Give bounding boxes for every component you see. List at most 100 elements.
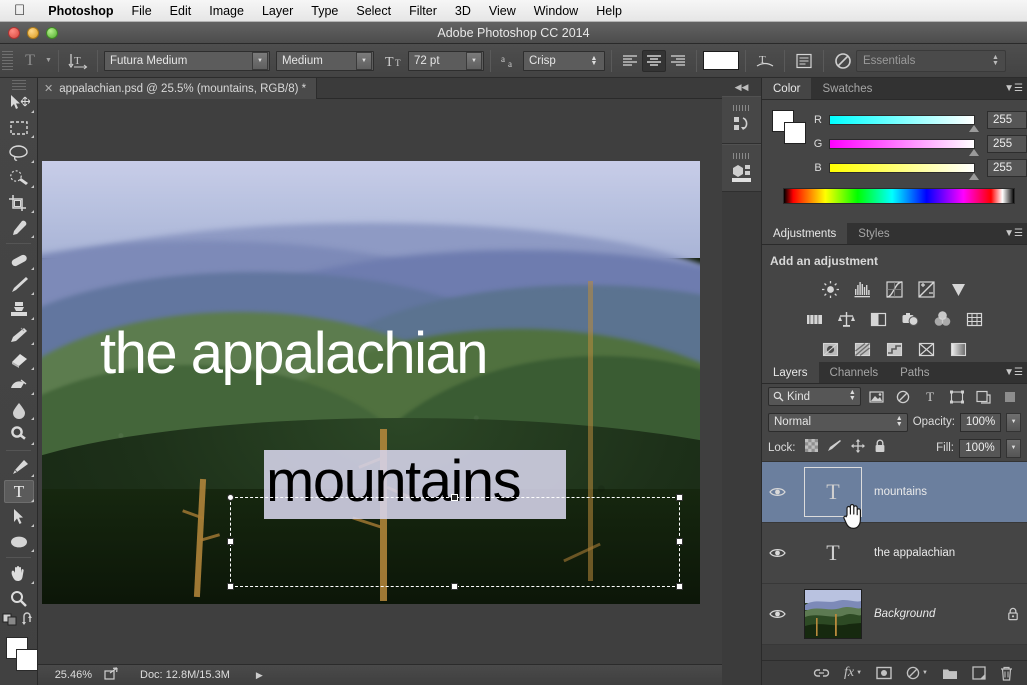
menu-item-filter[interactable]: Filter [400,4,446,18]
add-layer-mask-icon[interactable] [876,666,892,680]
invert-icon[interactable] [819,338,843,360]
chevron-down-icon[interactable]: ▼ [466,52,482,70]
menu-item-layer[interactable]: Layer [253,4,302,18]
artboard[interactable]: the appalachian mountains [42,161,700,604]
stepper-icon[interactable]: ▲▼ [992,55,999,67]
filter-adjustment-layers-icon[interactable] [893,387,915,407]
slider-b[interactable] [829,163,975,173]
opacity-dropdown-icon[interactable]: ▼ [1006,413,1021,432]
threshold-icon[interactable] [883,338,907,360]
menu-item-select[interactable]: Select [347,4,400,18]
font-family-select[interactable]: Futura Medium ▼ [104,51,270,71]
black-white-icon[interactable] [867,308,891,330]
default-colors-icon[interactable] [2,612,18,631]
clone-stamp-tool[interactable] [0,297,38,322]
expand-arrow-icon[interactable]: ▶ [256,670,263,681]
fill-dropdown-icon[interactable]: ▼ [1006,439,1021,458]
collapse-panels-icon[interactable]: ◀◀ [722,78,761,96]
tab-styles[interactable]: Styles [847,223,900,244]
layer-filter-kind-select[interactable]: Kind ▲▼ [768,387,861,406]
pen-tool[interactable] [0,454,38,479]
document-tab[interactable]: ✕ appalachian.psd @ 25.5% (mountains, RG… [38,78,317,99]
minimize-window-button[interactable] [27,27,39,39]
libraries-panel-icon[interactable] [722,144,761,192]
layer-filter-toggle[interactable] [999,387,1021,407]
filter-type-layers-icon[interactable]: T [919,387,941,407]
crop-tool[interactable] [0,190,38,215]
gradient-tool[interactable] [0,372,38,397]
background-color-swatch[interactable] [784,122,806,144]
layer-visibility-toggle[interactable] [762,608,792,620]
layer-visibility-toggle[interactable] [762,486,792,498]
tab-channels[interactable]: Channels [819,362,890,383]
filter-smart-object-layers-icon[interactable] [973,387,995,407]
warp-text-icon[interactable]: T [752,49,778,73]
background-color-swatch[interactable] [16,649,38,671]
close-icon[interactable]: ✕ [44,82,53,95]
toggle-text-orientation-icon[interactable]: T [65,49,91,73]
table-row[interactable]: T the appalachian [762,523,1027,584]
tab-layers[interactable]: Layers [762,362,819,383]
filter-pixel-layers-icon[interactable] [866,387,888,407]
menu-item-window[interactable]: Window [525,4,587,18]
text-layer-the-appalachian[interactable]: the appalachian [100,325,487,383]
panel-menu-icon[interactable]: ▼☰ [1004,367,1023,378]
text-layer-mountains[interactable]: mountains [266,453,520,511]
image-layer-thumbnail[interactable] [804,589,862,639]
menu-item-3d[interactable]: 3D [446,4,480,18]
menu-item-edit[interactable]: Edit [161,4,201,18]
foreground-background-swatches[interactable] [0,635,38,675]
menu-item-photoshop[interactable]: Photoshop [39,4,122,18]
panel-menu-icon[interactable]: ▼☰ [1004,228,1023,239]
quick-selection-tool[interactable] [0,165,38,190]
swap-colors-icon[interactable] [21,612,37,631]
lock-image-pixels-icon[interactable] [827,439,842,457]
slider-thumb[interactable] [969,173,979,180]
path-selection-tool[interactable] [0,504,38,529]
menu-item-file[interactable]: File [123,4,161,18]
zoom-level[interactable]: 25.46% [38,669,100,681]
history-brush-tool[interactable] [0,322,38,347]
slider-thumb[interactable] [969,125,979,132]
slider-thumb[interactable] [969,149,979,156]
photo-filter-icon[interactable] [899,308,923,330]
rectangular-marquee-tool[interactable] [0,115,38,140]
posterize-icon[interactable] [851,338,875,360]
align-right-button[interactable] [666,50,690,72]
color-spectrum-bar[interactable] [783,188,1015,204]
color-lookup-icon[interactable] [963,308,987,330]
healing-brush-tool[interactable] [0,247,38,272]
opacity-value[interactable]: 100% [960,413,1001,432]
menu-item-view[interactable]: View [480,4,525,18]
filter-shape-layers-icon[interactable] [946,387,968,407]
eraser-tool[interactable] [0,347,38,372]
gradient-map-icon[interactable] [947,338,971,360]
stepper-icon[interactable]: ▲▼ [896,416,903,428]
slider-r[interactable] [829,115,975,125]
stepper-icon[interactable]: ▲▼ [587,56,601,66]
tool-preset-chevron-icon[interactable]: ▼ [45,57,52,64]
table-row[interactable]: T mountains [762,462,1027,523]
text-color-swatch[interactable] [703,51,739,70]
font-size-input[interactable]: 72 pt ▼ [408,51,484,71]
panel-menu-icon[interactable]: ▼☰ [1004,83,1023,94]
brightness-contrast-icon[interactable] [819,278,843,300]
lock-transparent-pixels-icon[interactable] [805,439,818,457]
toolbar-grip[interactable] [0,78,37,90]
chevron-down-icon[interactable]: ▼ [356,52,372,70]
tab-color[interactable]: Color [762,78,811,99]
menu-item-help[interactable]: Help [587,4,631,18]
layer-name[interactable]: mountains [874,486,999,498]
hand-tool[interactable] [0,561,38,586]
layer-visibility-toggle[interactable] [762,547,792,559]
ellipse-tool[interactable] [0,529,38,554]
table-row[interactable]: Background [762,584,1027,645]
channel-value-b[interactable]: 255 [987,159,1027,177]
layer-style-fx-icon[interactable]: fx ▼ [844,665,862,681]
slider-g[interactable] [829,139,975,149]
workspace-selector[interactable]: Essentials ▲▼ [856,50,1006,72]
lock-all-icon[interactable] [874,439,886,458]
menu-item-image[interactable]: Image [200,4,253,18]
color-balance-icon[interactable] [835,308,859,330]
levels-icon[interactable] [851,278,875,300]
